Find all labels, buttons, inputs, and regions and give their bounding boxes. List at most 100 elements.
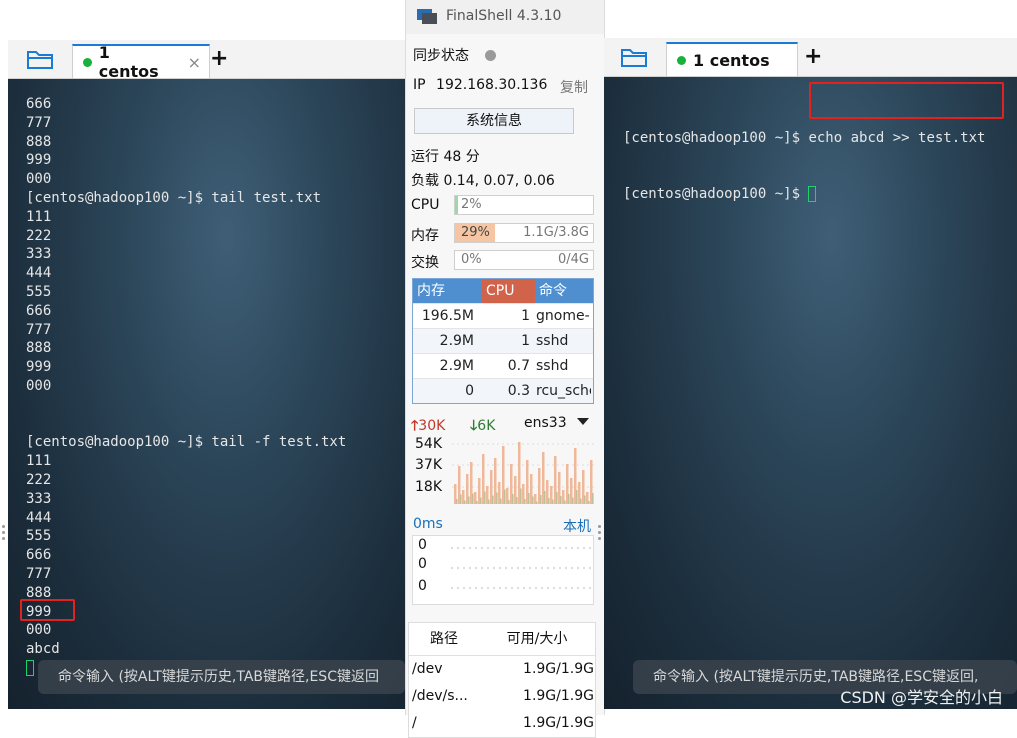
table-row[interactable]: 196.5M 1 gnome- <box>413 303 593 328</box>
traffic-bar <box>566 464 569 504</box>
ping-latency: 0ms <box>413 516 443 532</box>
cpu-label: CPU <box>411 197 440 213</box>
connected-status-icon <box>677 55 686 65</box>
terminal-line: 888 <box>26 133 52 150</box>
swap-label: 交换 <box>411 255 439 271</box>
terminal-line: 444 <box>26 265 52 282</box>
terminal-line: 777 <box>26 565 52 582</box>
table-row[interactable]: 2.9M 0.7 sshd <box>413 353 593 378</box>
traffic-bar <box>576 490 578 504</box>
table-row[interactable]: / 1.9G/1.9G <box>409 710 595 737</box>
process-cpu: 0.3 <box>507 383 530 399</box>
right-terminal[interactable]: [centos@hadoop100 ~]$ echo abcd >> test.… <box>604 77 1017 709</box>
traffic-bar <box>550 486 553 504</box>
ping-value: 0 <box>418 537 427 553</box>
resize-handle-right[interactable] <box>598 525 602 543</box>
traffic-bar <box>478 478 481 504</box>
ping-host[interactable]: 本机 <box>563 516 591 536</box>
traffic-bar <box>526 460 529 504</box>
traffic-bar <box>532 496 534 504</box>
highlight-box-output <box>20 599 75 621</box>
traffic-bar <box>494 458 497 504</box>
folder-icon[interactable] <box>26 48 54 70</box>
folder-icon[interactable] <box>620 46 648 68</box>
highlight-box-command <box>809 82 1004 119</box>
left-terminal[interactable]: 666 777 888 999 000 [centos@hadoop100 ~]$ tai… <box>8 79 405 709</box>
terminal-line: [centos@hadoop100 ~]$ tail -f test.txt <box>26 434 347 451</box>
traffic-bar <box>468 496 470 504</box>
tab-centos-right[interactable]: 1 centos <box>666 42 798 76</box>
traffic-bar <box>546 480 549 504</box>
process-cpu: 1 <box>521 308 530 324</box>
system-info-button[interactable]: 系统信息 <box>414 108 574 134</box>
net-y-label-18k: 18K <box>415 479 442 495</box>
process-cpu: 1 <box>521 333 530 349</box>
traffic-bar <box>488 499 490 504</box>
app-title: FinalShell 4.3.10 <box>446 8 562 24</box>
traffic-bar <box>480 497 482 504</box>
memory-label: 内存 <box>411 228 439 244</box>
terminal-line: 111 <box>26 453 52 470</box>
terminal-line: 999 <box>26 152 52 169</box>
memory-usage-meter: 29% 1.1G/3.8G <box>454 223 594 243</box>
traffic-bar <box>490 470 493 504</box>
traffic-bar <box>524 499 526 504</box>
dropdown-triangle-icon <box>577 418 590 425</box>
close-icon[interactable]: × <box>188 53 201 72</box>
terminal-line: 333 <box>26 490 52 507</box>
traffic-bar <box>540 495 542 504</box>
traffic-bar <box>464 500 466 504</box>
table-row[interactable]: 0 0.3 rcu_sche <box>413 378 593 403</box>
traffic-bar <box>568 494 570 504</box>
traffic-bar <box>504 489 506 504</box>
cpu-usage-meter: 2% <box>454 195 594 215</box>
column-header-command[interactable]: 命令 <box>535 279 593 303</box>
traffic-bar <box>560 496 562 504</box>
traffic-bar <box>530 474 533 504</box>
traffic-bar <box>484 491 486 504</box>
tab-label: 1 centos <box>98 43 159 81</box>
terminal-line: 333 <box>26 246 52 263</box>
traffic-bar <box>518 442 521 504</box>
traffic-bar <box>592 493 594 504</box>
table-row[interactable]: 2.9M 1 sshd <box>413 328 593 353</box>
traffic-bar <box>514 476 517 504</box>
column-header-memory[interactable]: 内存 <box>413 279 482 303</box>
copy-ip-button[interactable]: 复制 <box>560 77 588 97</box>
resize-handle-left[interactable] <box>2 525 6 543</box>
table-row[interactable]: /dev/s... 1.9G/1.9G <box>409 683 595 710</box>
traffic-bar <box>462 490 465 504</box>
traffic-bar <box>512 494 514 504</box>
traffic-bar <box>528 493 530 504</box>
swap-usage-percent: 0% <box>461 252 482 267</box>
traffic-bar <box>572 497 574 504</box>
new-tab-button[interactable]: + <box>804 44 822 69</box>
terminal-line: 222 <box>26 471 52 488</box>
new-tab-button[interactable]: + <box>210 46 228 71</box>
terminal-line: 555 <box>26 283 52 300</box>
right-tab-bar: 1 centos + <box>604 38 1017 77</box>
column-header-available-size[interactable]: 可用/大小 <box>479 623 595 655</box>
network-interface-select[interactable]: ens33 <box>524 415 590 431</box>
command-input[interactable]: 命令输入 (按ALT键提示历史,TAB键路径,ESC键返回 <box>38 660 405 694</box>
disk-table: 路径 可用/大小 /dev 1.9G/1.9G /dev/s... 1.9G/1… <box>408 622 596 738</box>
terminal-line: [centos@hadoop100 ~]$ tail test.txt <box>26 189 322 206</box>
disk-table-header: 路径 可用/大小 <box>409 623 595 656</box>
traffic-bar <box>548 498 550 504</box>
disk-path: / <box>412 715 417 731</box>
traffic-bar <box>516 497 518 504</box>
ping-chart: 0 0 0 <box>412 535 594 605</box>
traffic-bar <box>556 492 558 504</box>
terminal-line: 666 <box>26 547 52 564</box>
traffic-bar <box>482 454 485 504</box>
terminal-line: 000 <box>26 377 52 394</box>
terminal-line: 111 <box>26 208 52 225</box>
column-header-cpu[interactable]: CPU <box>482 279 535 303</box>
swap-usage-meter: 0% 0/4G <box>454 250 594 270</box>
tab-centos-left[interactable]: 1 centos × <box>72 43 210 81</box>
column-header-path[interactable]: 路径 <box>409 623 479 655</box>
table-row[interactable]: /dev 1.9G/1.9G <box>409 656 595 683</box>
process-command: gnome- <box>536 308 590 324</box>
traffic-bar <box>590 460 593 504</box>
